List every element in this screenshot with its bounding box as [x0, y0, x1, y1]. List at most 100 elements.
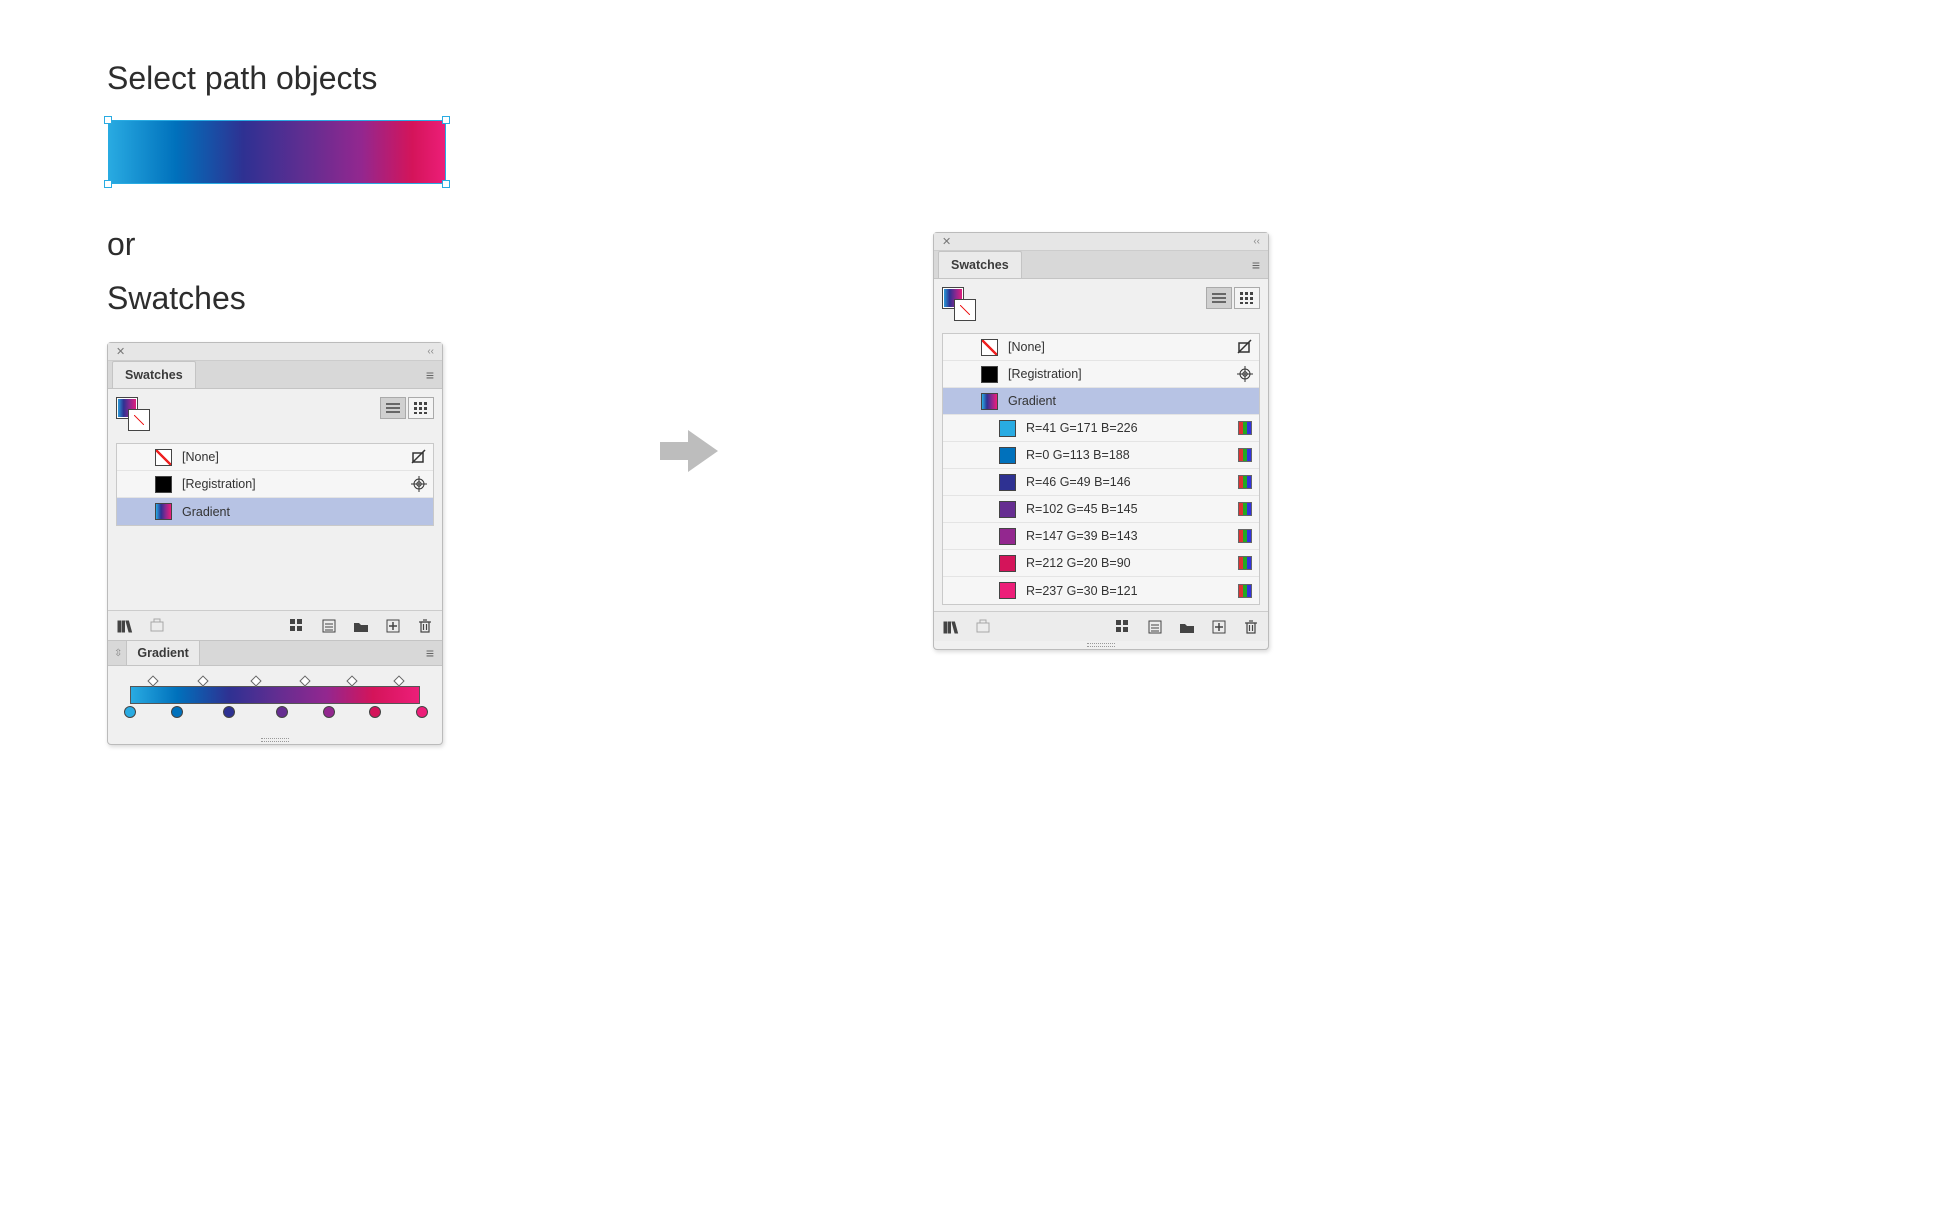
swatch-label: [None]	[1008, 340, 1227, 354]
selection-handle[interactable]	[104, 180, 112, 188]
swatch-row[interactable]: R=237 G=30 B=121	[943, 577, 1259, 604]
collapse-icon[interactable]: ‹‹	[1253, 236, 1260, 247]
swatch-row[interactable]: R=212 G=20 B=90	[943, 550, 1259, 577]
folder-icon[interactable]	[352, 617, 370, 635]
swatch-row[interactable]: [None]	[117, 444, 433, 471]
registration-icon	[411, 476, 427, 492]
rgb-mode-icon	[1238, 556, 1252, 570]
selection-handle[interactable]	[442, 116, 450, 124]
tab-row: Swatches ≡	[108, 361, 442, 389]
swatch-row[interactable]: R=41 G=171 B=226	[943, 415, 1259, 442]
swatch-options-icon[interactable]	[1146, 618, 1164, 636]
swatch-row[interactable]: Gradient	[117, 498, 433, 525]
panel-menu-icon[interactable]: ≡	[1252, 257, 1260, 273]
library-icon[interactable]	[942, 618, 960, 636]
swatch-row[interactable]: Gradient	[943, 388, 1259, 415]
fill-stroke-wells[interactable]	[116, 397, 156, 435]
uneditable-icon	[411, 449, 427, 465]
gradient-midpoint[interactable]	[197, 675, 208, 686]
swatch-row[interactable]: [None]	[943, 334, 1259, 361]
uneditable-icon-slot	[1237, 339, 1253, 355]
swatch-label: R=41 G=171 B=226	[1026, 421, 1227, 435]
new-swatch-icon[interactable]	[384, 617, 402, 635]
rgb-mode-icon	[1238, 529, 1252, 543]
resize-grip[interactable]	[108, 736, 442, 744]
swatch-group-icon[interactable]	[148, 617, 166, 635]
gradient-stop[interactable]	[223, 706, 235, 718]
heading-swatches: Swatches	[107, 280, 246, 317]
swatch-label: [Registration]	[182, 477, 401, 491]
folder-icon[interactable]	[1178, 618, 1196, 636]
gradient-stop[interactable]	[323, 706, 335, 718]
color-swatch-icon	[999, 501, 1016, 518]
panel-menu-icon[interactable]: ≡	[426, 645, 434, 661]
color-swatch-icon	[999, 420, 1016, 437]
gradient-midpoint[interactable]	[300, 675, 311, 686]
close-icon[interactable]: ✕	[942, 235, 951, 248]
selection-handle[interactable]	[104, 116, 112, 124]
swatch-list: [None] [Registration]Gradient R=41 G=171 B…	[942, 333, 1260, 605]
collapse-icon[interactable]: ‹‹	[427, 346, 434, 357]
gradient-ramp[interactable]	[130, 686, 420, 704]
swatch-row[interactable]: R=102 G=45 B=145	[943, 496, 1259, 523]
swatch-kind-icon[interactable]	[1114, 618, 1132, 636]
swatch-row[interactable]: R=46 G=49 B=146	[943, 469, 1259, 496]
gradient-stop[interactable]	[171, 706, 183, 718]
close-icon[interactable]: ✕	[116, 345, 125, 358]
swatch-group-icon[interactable]	[974, 618, 992, 636]
rgb-icon-slot	[1237, 555, 1253, 571]
rgb-icon-slot	[1237, 420, 1253, 436]
new-swatch-icon[interactable]	[1210, 618, 1228, 636]
swatch-options-icon[interactable]	[320, 617, 338, 635]
gradient-stop[interactable]	[276, 706, 288, 718]
swatch-label: R=147 G=39 B=143	[1026, 529, 1227, 543]
swatch-row[interactable]: R=147 G=39 B=143	[943, 523, 1259, 550]
list-view-button[interactable]	[1206, 287, 1232, 309]
gradient-midpoint[interactable]	[250, 675, 261, 686]
gradient-midpoint[interactable]	[346, 675, 357, 686]
grid-view-button[interactable]	[408, 397, 434, 419]
stroke-well[interactable]	[128, 409, 150, 431]
list-view-button[interactable]	[380, 397, 406, 419]
trash-icon[interactable]	[416, 617, 434, 635]
gradient-stop[interactable]	[124, 706, 136, 718]
gradient-swatch-icon	[155, 503, 172, 520]
rgb-icon-slot	[1237, 583, 1253, 599]
swatch-label: Gradient	[182, 505, 427, 519]
grid-icon	[414, 402, 428, 414]
selection-handle[interactable]	[442, 180, 450, 188]
heading-or: or	[107, 226, 135, 263]
registration-icon-slot	[411, 476, 427, 492]
rgb-mode-icon	[1238, 584, 1252, 598]
trash-icon[interactable]	[1242, 618, 1260, 636]
tab-swatches[interactable]: Swatches	[112, 361, 196, 388]
resize-grip[interactable]	[934, 641, 1268, 649]
swatch-row[interactable]: R=0 G=113 B=188	[943, 442, 1259, 469]
swatch-label: R=46 G=49 B=146	[1026, 475, 1227, 489]
grid-view-button[interactable]	[1234, 287, 1260, 309]
tab-swatches[interactable]: Swatches	[938, 251, 1022, 278]
rgb-icon-slot	[1237, 447, 1253, 463]
swatch-row[interactable]: [Registration]	[943, 361, 1259, 388]
stroke-well[interactable]	[954, 299, 976, 321]
gradient-editor	[108, 666, 442, 736]
rgb-mode-icon	[1238, 448, 1252, 462]
gradient-midpoint[interactable]	[393, 675, 404, 686]
swatch-row[interactable]: [Registration]	[117, 471, 433, 498]
library-icon[interactable]	[116, 617, 134, 635]
swatches-panel-after: ✕ ‹‹ Swatches ≡ [None] [Registration]Grad…	[933, 232, 1269, 650]
expand-collapse-icon[interactable]: ⇳	[114, 648, 122, 659]
gradient-stop[interactable]	[369, 706, 381, 718]
gradient-stop[interactable]	[416, 706, 428, 718]
selected-path-object[interactable]	[108, 120, 446, 184]
list-icon	[386, 402, 400, 414]
panel-titlebar: ✕ ‹‹	[934, 233, 1268, 251]
fill-stroke-wells[interactable]	[942, 287, 982, 325]
panel-menu-icon[interactable]: ≡	[426, 367, 434, 383]
heading-select-path: Select path objects	[107, 60, 377, 97]
registration-icon	[1237, 366, 1253, 382]
gradient-midpoint[interactable]	[148, 675, 159, 686]
tab-gradient[interactable]: Gradient	[126, 640, 199, 665]
swatch-kind-icon[interactable]	[288, 617, 306, 635]
color-swatch-icon	[999, 447, 1016, 464]
